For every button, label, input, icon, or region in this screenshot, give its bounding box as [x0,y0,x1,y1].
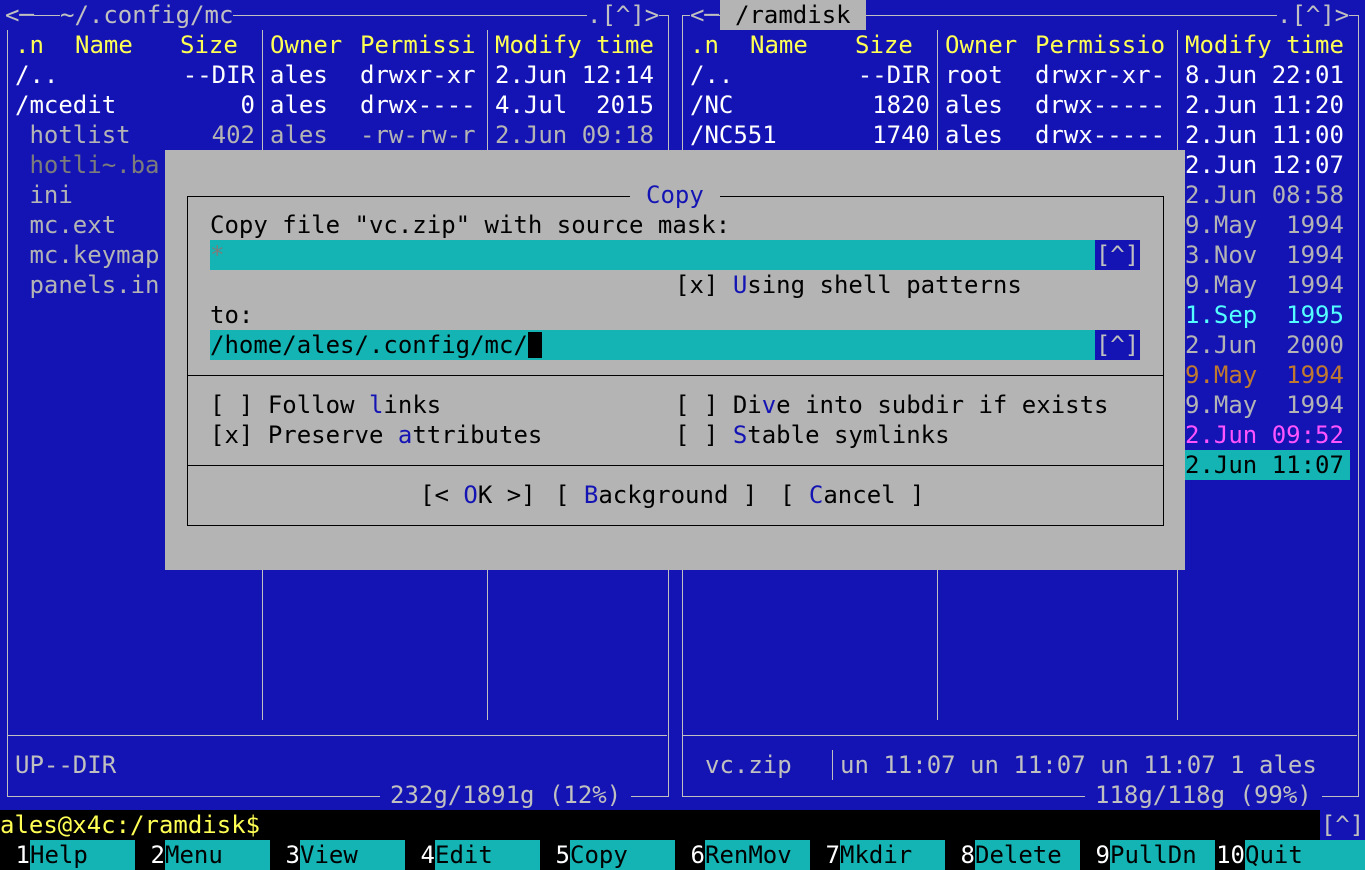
cancel-button[interactable]: [ Cancel ] [780,480,925,510]
list-item[interactable]: ini [15,180,72,210]
background-button[interactable]: [ Background ] [555,480,757,510]
text-cursor [527,331,542,358]
command-history-button[interactable]: [^] [1320,810,1365,840]
list-item[interactable]: 9.May 1994 [1185,390,1344,420]
left-header-size[interactable]: Size [180,30,238,60]
right-header-n[interactable]: .n [690,30,719,60]
function-key-bar: 1Help 2Menu 3View 4Edit 5Copy 6RenMov 7M… [0,840,1365,870]
left-header-permissions[interactable]: Permissi [360,30,476,60]
right-header-permissions[interactable]: Permissio [1035,30,1165,60]
list-item[interactable]: 2.Jun 08:58 [1185,180,1344,210]
list-item[interactable]: mc.keymap [15,240,159,270]
right-panel-history-left[interactable]: <─ [690,0,719,30]
f8-delete-button[interactable]: 8Delete [945,840,1080,870]
stable-symlinks-checkbox[interactable]: [ ] Stable symlinks [675,420,950,450]
list-item[interactable]: hotli~.ba [15,150,159,180]
list-item[interactable]: 2.Jun 09:52 [1185,420,1344,450]
right-status-name: vc.zip [705,751,792,779]
list-item[interactable]: 9.May 1994 [1185,270,1344,300]
shell-prompt: ales@x4c:/ramdisk$ [0,811,261,839]
left-header-modify-time[interactable]: Modify time [495,30,654,60]
preserve-attributes-checkbox[interactable]: [x] Preserve attributes [210,420,542,450]
f3-view-button[interactable]: 3View [270,840,405,870]
left-panel-title: ~/.config/mc [60,0,234,30]
left-header-n[interactable]: .n [15,30,44,60]
list-item[interactable]: 9.May 1994 [1185,210,1344,240]
source-mask-label: Copy file "vc.zip" with source mask: [210,211,731,239]
source-mask-input[interactable]: * [^] [210,240,1140,270]
left-header-owner[interactable]: Owner [270,30,342,60]
f10-quit-button[interactable]: 10Quit [1215,840,1365,870]
left-panel-history-button[interactable]: .[^]> [587,0,660,30]
right-disk-usage: 118g/118g (99%) [1085,780,1322,810]
shell-patterns-checkbox[interactable]: [x] Using shell patterns [675,270,1022,300]
command-line[interactable]: ales@x4c:/ramdisk$ [0,810,1320,840]
right-status-info: un 11:07 un 11:07 un 11:07 1 ales [840,751,1317,779]
left-disk-usage: 232g/1891g (12%) [380,780,632,810]
right-header-owner[interactable]: Owner [945,30,1017,60]
dialog-title: Copy [630,180,720,210]
left-panel-history-left[interactable]: <─ [5,0,34,30]
f2-menu-button[interactable]: 2Menu [135,840,270,870]
right-panel-history-button[interactable]: .[^]> [1277,0,1350,30]
list-item[interactable]: 2.Jun 2000 [1185,330,1344,360]
list-item[interactable]: 9.May 1994 [1185,360,1344,390]
left-header-name[interactable]: Name [75,30,133,60]
f5-copy-button[interactable]: 5Copy [540,840,675,870]
f6-renmov-button[interactable]: 6RenMov [675,840,810,870]
list-item[interactable]: panels.in [15,270,159,300]
f7-mkdir-button[interactable]: 7Mkdir [810,840,945,870]
list-item[interactable]: 2.Jun 12:07 [1185,150,1344,180]
left-status: UP--DIR [15,751,117,779]
ok-button[interactable]: [< OK >] [420,480,536,510]
f1-help-button[interactable]: 1Help [0,840,135,870]
selected-list-item[interactable]: 2.Jun 11:07 [1185,450,1350,480]
list-item[interactable]: 3.Nov 1994 [1185,240,1344,270]
destination-history-button[interactable]: [^] [1095,330,1140,360]
source-history-button[interactable]: [^] [1095,240,1140,270]
f4-edit-button[interactable]: 4Edit [405,840,540,870]
dive-into-subdir-checkbox[interactable]: [ ] Dive into subdir if exists [675,390,1109,420]
copy-dialog: Copy Copy file "vc.zip" with source mask… [165,150,1185,570]
destination-input[interactable]: /home/ales/.config/mc/ [^] [210,330,1140,360]
destination-label: to: [210,301,254,329]
right-panel-title: /ramdisk [720,0,866,30]
right-header-modify-time[interactable]: Modify time [1185,30,1344,60]
list-item[interactable]: mc.ext [15,210,116,240]
right-header-name[interactable]: Name [750,30,808,60]
follow-links-checkbox[interactable]: [ ] Follow links [210,390,441,420]
list-item[interactable]: 1.Sep 1995 [1185,300,1344,330]
right-header-size[interactable]: Size [855,30,913,60]
f9-pulldn-button[interactable]: 9PullDn [1080,840,1215,870]
